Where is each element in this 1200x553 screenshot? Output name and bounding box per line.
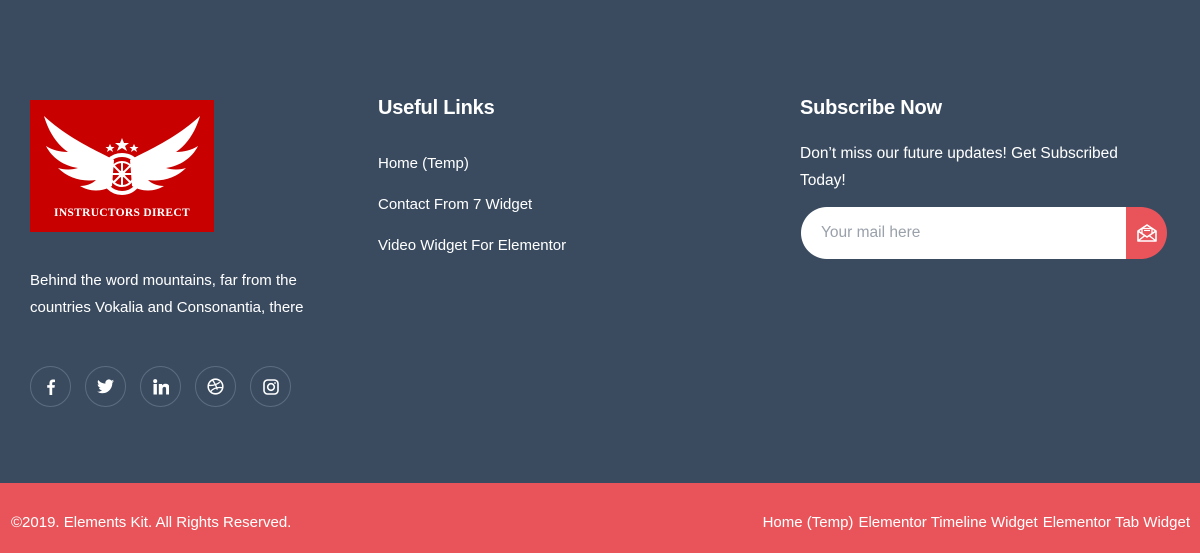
subscribe-form xyxy=(801,207,1167,259)
facebook-button[interactable] xyxy=(30,366,71,407)
bottom-link-tab-widget[interactable]: Elementor Tab Widget xyxy=(1043,514,1190,531)
list-item: Video Widget For Elementor xyxy=(378,235,566,276)
envelope-open-icon xyxy=(1136,224,1157,242)
subscribe-button[interactable] xyxy=(1126,207,1167,259)
linkedin-button[interactable] xyxy=(140,366,181,407)
linkedin-icon xyxy=(152,378,169,394)
logo[interactable]: INSTRUCTORS DIRECT xyxy=(30,100,214,232)
useful-links-list: Home (Temp) Contact From 7 Widget Video … xyxy=(378,153,566,276)
dribbble-button[interactable] xyxy=(195,366,236,407)
link-home-temp[interactable]: Home (Temp) xyxy=(378,155,469,172)
bottom-bar: ©2019. Elements Kit. All Rights Reserved… xyxy=(0,483,1200,553)
logo-text: INSTRUCTORS DIRECT xyxy=(54,207,190,219)
list-item: Home (Temp) xyxy=(378,153,566,194)
instagram-button[interactable] xyxy=(250,366,291,407)
about-text: Behind the word mountains, far from the … xyxy=(30,272,304,316)
twitter-icon xyxy=(97,379,114,394)
instagram-icon xyxy=(262,378,279,395)
link-contact-form-7[interactable]: Contact From 7 Widget xyxy=(378,196,532,213)
link-video-widget[interactable]: Video Widget For Elementor xyxy=(378,237,566,254)
bottom-link-timeline-widget[interactable]: Elementor Timeline Widget xyxy=(858,514,1037,531)
bottom-nav: Home (Temp) Elementor Timeline Widget El… xyxy=(763,514,1190,531)
list-item: Contact From 7 Widget xyxy=(378,194,566,235)
subscribe-text: Don’t miss our future updates! Get Subsc… xyxy=(800,145,1118,189)
useful-links-heading: Useful Links xyxy=(378,97,495,119)
bottom-link-home-temp[interactable]: Home (Temp) xyxy=(763,514,854,531)
twitter-button[interactable] xyxy=(85,366,126,407)
copyright-text: ©2019. Elements Kit. All Rights Reserved… xyxy=(11,514,292,531)
footer-main: INSTRUCTORS DIRECT Behind the word mount… xyxy=(0,0,1200,483)
subscribe-heading: Subscribe Now xyxy=(800,97,942,119)
dribbble-icon xyxy=(207,378,224,395)
email-input[interactable] xyxy=(801,207,1126,259)
facebook-icon xyxy=(46,379,55,395)
social-links xyxy=(30,366,291,407)
